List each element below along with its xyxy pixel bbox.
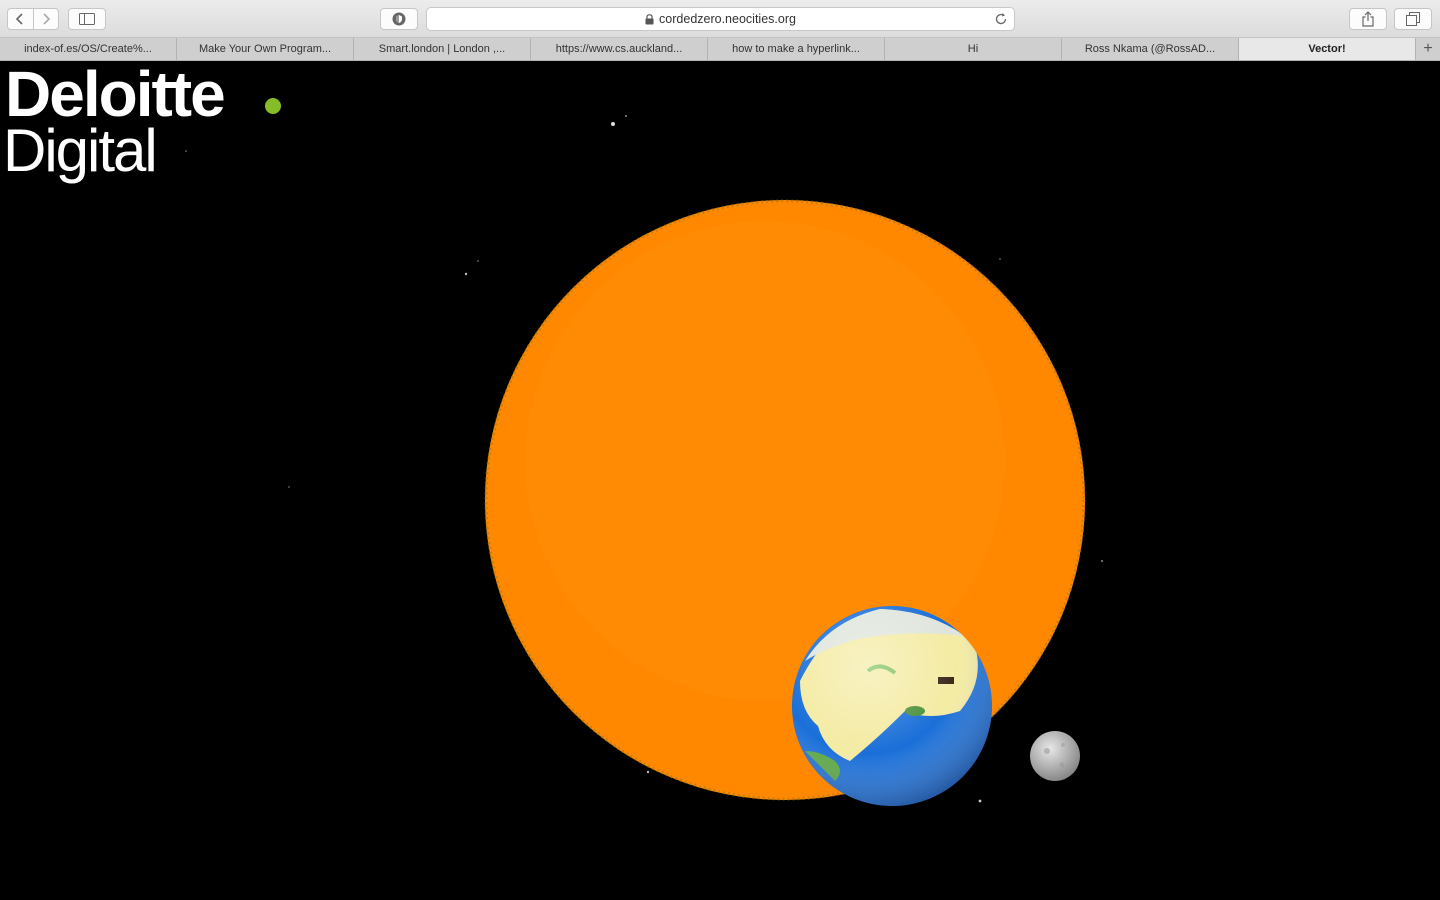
page-canvas: Deloitte Digital	[0, 61, 1440, 900]
show-all-tabs-button[interactable]	[1394, 8, 1432, 30]
share-icon	[1362, 11, 1374, 27]
privacy-report-button[interactable]	[380, 8, 418, 30]
tab-bar: index-of.es/OS/Create%... Make Your Own …	[0, 38, 1440, 61]
share-button[interactable]	[1349, 8, 1387, 30]
shield-icon	[392, 12, 406, 26]
tab-label: Smart.london | London ,...	[378, 43, 506, 55]
tab-label: index-of.es/OS/Create%...	[24, 43, 152, 55]
new-tab-button[interactable]: +	[1416, 38, 1440, 60]
browser-toolbar: cordedzero.neocities.org	[0, 0, 1440, 38]
sidebar-toggle-button[interactable]	[68, 8, 106, 30]
tab-label: https://www.cs.auckland...	[555, 43, 683, 55]
reload-icon[interactable]	[994, 12, 1008, 29]
tab-ross-nkama[interactable]: Ross Nkama (@RossAD...	[1062, 38, 1239, 60]
tab-vector[interactable]: Vector!	[1239, 38, 1416, 60]
sun	[484, 199, 1086, 801]
tab-label: how to make a hyperlink...	[732, 43, 860, 55]
lock-icon	[645, 13, 654, 25]
navigation-buttons	[7, 8, 59, 30]
url-text: cordedzero.neocities.org	[659, 12, 796, 26]
moon	[1030, 731, 1080, 781]
tab-make-your-own-program[interactable]: Make Your Own Program...	[177, 38, 354, 60]
solar-system-scene	[185, 115, 1103, 806]
forward-button[interactable]	[32, 9, 59, 29]
chevron-right-icon	[43, 13, 50, 25]
tab-hyperlink[interactable]: how to make a hyperlink...	[708, 38, 885, 60]
tab-label: Ross Nkama (@RossAD...	[1084, 43, 1216, 55]
tab-smart-london[interactable]: Smart.london | London ,...	[354, 38, 531, 60]
sidebar-icon	[79, 13, 95, 25]
address-bar[interactable]: cordedzero.neocities.org	[426, 7, 1015, 31]
earth	[792, 606, 992, 806]
tab-hi[interactable]: Hi	[885, 38, 1062, 60]
tab-label: Vector!	[1308, 43, 1346, 55]
tab-label: Make Your Own Program...	[198, 43, 332, 55]
back-button[interactable]	[8, 9, 33, 29]
chevron-left-icon	[16, 13, 23, 25]
tab-cs-auckland[interactable]: https://www.cs.auckland...	[531, 38, 708, 60]
tab-label: Hi	[967, 43, 979, 55]
tab-index-of[interactable]: index-of.es/OS/Create%...	[0, 38, 177, 60]
tabs-overview-icon	[1406, 12, 1420, 26]
